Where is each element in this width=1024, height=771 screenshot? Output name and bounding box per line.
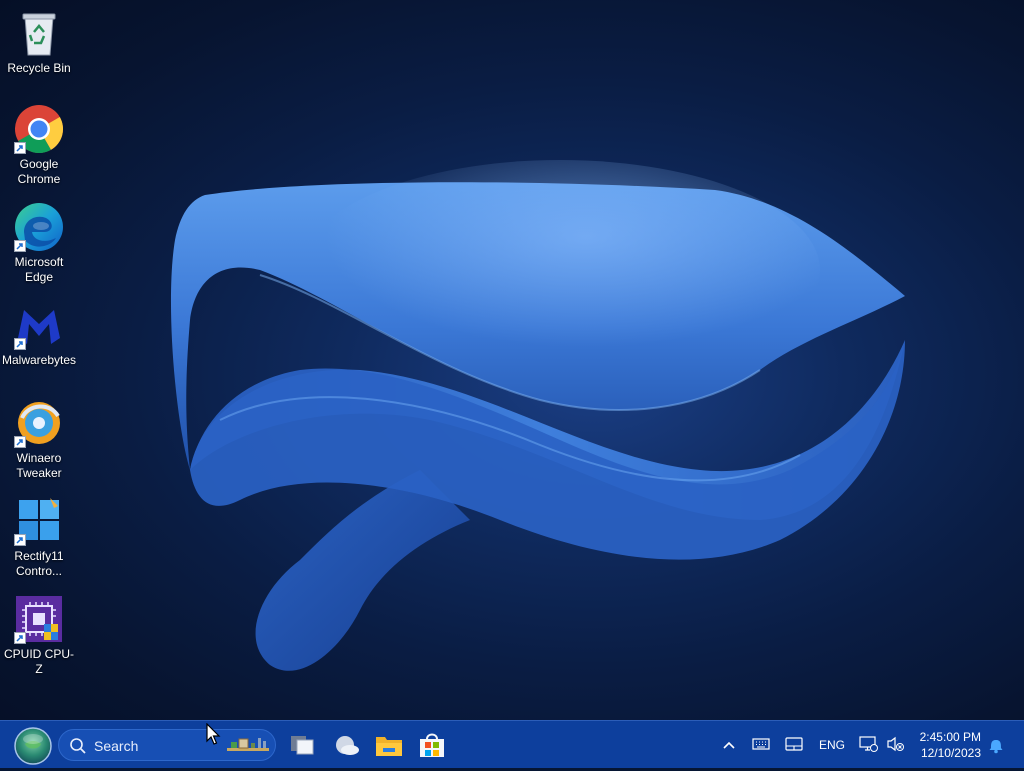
- desktop-icon-label: Winaero Tweaker: [16, 451, 62, 480]
- file-explorer-button[interactable]: [371, 727, 407, 763]
- shortcut-arrow-icon: [14, 632, 26, 644]
- search-highlight-icon: [227, 738, 269, 751]
- rectify11-icon: [14, 496, 64, 546]
- desktop-icon-label: Rectify11 Contro...: [14, 549, 64, 578]
- edge-icon: [14, 202, 64, 252]
- mouse-cursor-icon: [206, 723, 221, 745]
- widgets-button[interactable]: [328, 727, 364, 763]
- desktop-icon-google-chrome[interactable]: Google Chrome: [0, 104, 78, 187]
- clock-time[interactable]: 2:45:00 PM: [920, 730, 981, 744]
- start-orb-icon: [14, 727, 52, 765]
- search-icon: [70, 738, 86, 754]
- network-disconnected-icon[interactable]: [859, 735, 879, 753]
- winaero-tweaker-icon: [14, 398, 64, 448]
- shortcut-arrow-icon: [14, 240, 26, 252]
- desktop[interactable]: Recycle Bin Google Chrome Microsoft Edge…: [0, 0, 1024, 720]
- microsoft-store-button[interactable]: [414, 727, 450, 763]
- desktop-icon-malwarebytes[interactable]: Malwarebytes: [0, 300, 78, 368]
- desktop-icon-cpuid-cpu-z[interactable]: CPUID CPU-Z: [0, 594, 78, 677]
- touchpad-icon[interactable]: [785, 736, 803, 752]
- shortcut-arrow-icon: [14, 142, 26, 154]
- desktop-icon-label: Google Chrome: [17, 157, 61, 186]
- desktop-icon-label: Microsoft Edge: [14, 255, 64, 284]
- notification-bell-icon[interactable]: [988, 736, 1004, 754]
- desktop-icon-label: Recycle Bin: [7, 61, 71, 75]
- store-icon: [420, 733, 444, 757]
- taskbar: Search ENG 2:45:00 PM 12/10/2023: [0, 720, 1024, 768]
- bloom-wallpaper: [170, 160, 905, 671]
- shortcut-arrow-icon: [14, 534, 26, 546]
- file-explorer-icon: [376, 737, 402, 756]
- recycle-bin-icon: [14, 8, 64, 58]
- weather-icon: [336, 736, 359, 755]
- cpuz-icon: [14, 594, 64, 644]
- shortcut-arrow-icon: [14, 338, 26, 350]
- task-view-button[interactable]: [284, 727, 320, 763]
- search-box[interactable]: Search: [58, 729, 276, 761]
- desktop-icon-microsoft-edge[interactable]: Microsoft Edge: [0, 202, 78, 285]
- desktop-icon-rectify11[interactable]: Rectify11 Contro...: [0, 496, 78, 579]
- desktop-icon-label: Malwarebytes: [2, 353, 77, 367]
- volume-muted-icon[interactable]: [886, 735, 906, 753]
- clock-date[interactable]: 12/10/2023: [921, 746, 981, 760]
- desktop-icon-recycle-bin[interactable]: Recycle Bin: [0, 8, 78, 76]
- shortcut-arrow-icon: [14, 436, 26, 448]
- search-label: Search: [94, 738, 139, 754]
- desktop-icon-label: CPUID CPU-Z: [3, 647, 74, 676]
- task-view-icon: [291, 736, 314, 755]
- desktop-icon-winaero-tweaker[interactable]: Winaero Tweaker: [0, 398, 78, 481]
- chrome-icon: [14, 104, 64, 154]
- malwarebytes-icon: [14, 300, 64, 350]
- start-button[interactable]: [13, 726, 53, 766]
- chevron-up-icon[interactable]: [721, 737, 737, 753]
- keyboard-icon[interactable]: [752, 736, 770, 752]
- language-indicator[interactable]: ENG: [819, 738, 845, 752]
